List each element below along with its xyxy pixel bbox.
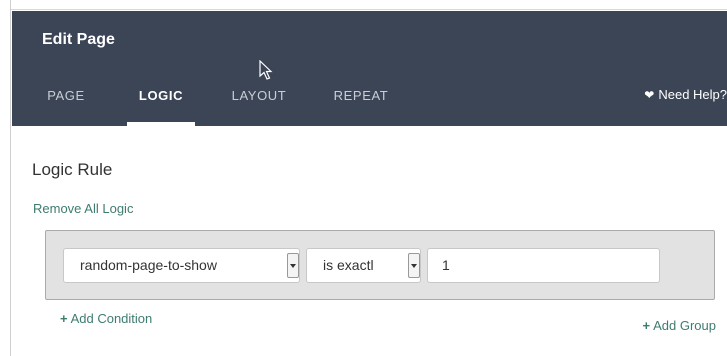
page-title: Edit Page <box>42 31 115 48</box>
add-group-label: Add Group <box>653 318 716 333</box>
field-select[interactable]: random-page-to-show <box>63 248 300 283</box>
value-input[interactable]: 1 <box>427 248 660 283</box>
add-condition-label: Add Condition <box>70 311 153 326</box>
value-input-text: 1 <box>442 257 450 273</box>
mouse-cursor-icon <box>259 60 273 80</box>
operator-select[interactable]: is exactl <box>306 248 421 283</box>
active-tab-indicator <box>127 122 195 126</box>
remove-all-logic-link[interactable]: Remove All Logic <box>33 201 133 216</box>
chevron-down-icon[interactable] <box>287 253 299 278</box>
plus-icon: + <box>642 318 651 333</box>
tab-label: LAYOUT <box>231 88 287 103</box>
tab-layout[interactable]: LAYOUT <box>224 83 294 126</box>
logic-group: random-page-to-show is exactl 1 <box>45 230 715 300</box>
chevron-down-icon[interactable] <box>408 253 420 278</box>
tab-label: LOGIC <box>138 88 184 103</box>
panel-left-border <box>0 0 11 356</box>
header-bar: Edit Page PAGE LOGIC LAYOUT REPEAT ❤ Need… <box>12 11 727 126</box>
tab-page[interactable]: PAGE <box>38 83 94 126</box>
need-help-link[interactable]: ❤ Need Help? <box>644 81 727 109</box>
tab-label: REPEAT <box>333 88 389 103</box>
need-help-label: Need Help? <box>658 87 727 102</box>
edit-page-panel: Edit Page PAGE LOGIC LAYOUT REPEAT ❤ Need… <box>0 0 727 356</box>
field-select-value: random-page-to-show <box>80 257 217 273</box>
tab-label: PAGE <box>47 88 85 103</box>
operator-select-value: is exactl <box>323 257 374 273</box>
add-group-button[interactable]: + Add Group <box>643 318 716 333</box>
plus-icon: + <box>60 311 68 326</box>
tab-logic[interactable]: LOGIC <box>127 83 195 126</box>
tab-repeat[interactable]: REPEAT <box>325 83 397 126</box>
heart-icon: ❤ <box>644 88 655 102</box>
panel-top-border <box>11 0 727 10</box>
add-condition-button[interactable]: + Add Condition <box>60 311 152 326</box>
logic-rule-heading: Logic Rule <box>32 160 113 179</box>
